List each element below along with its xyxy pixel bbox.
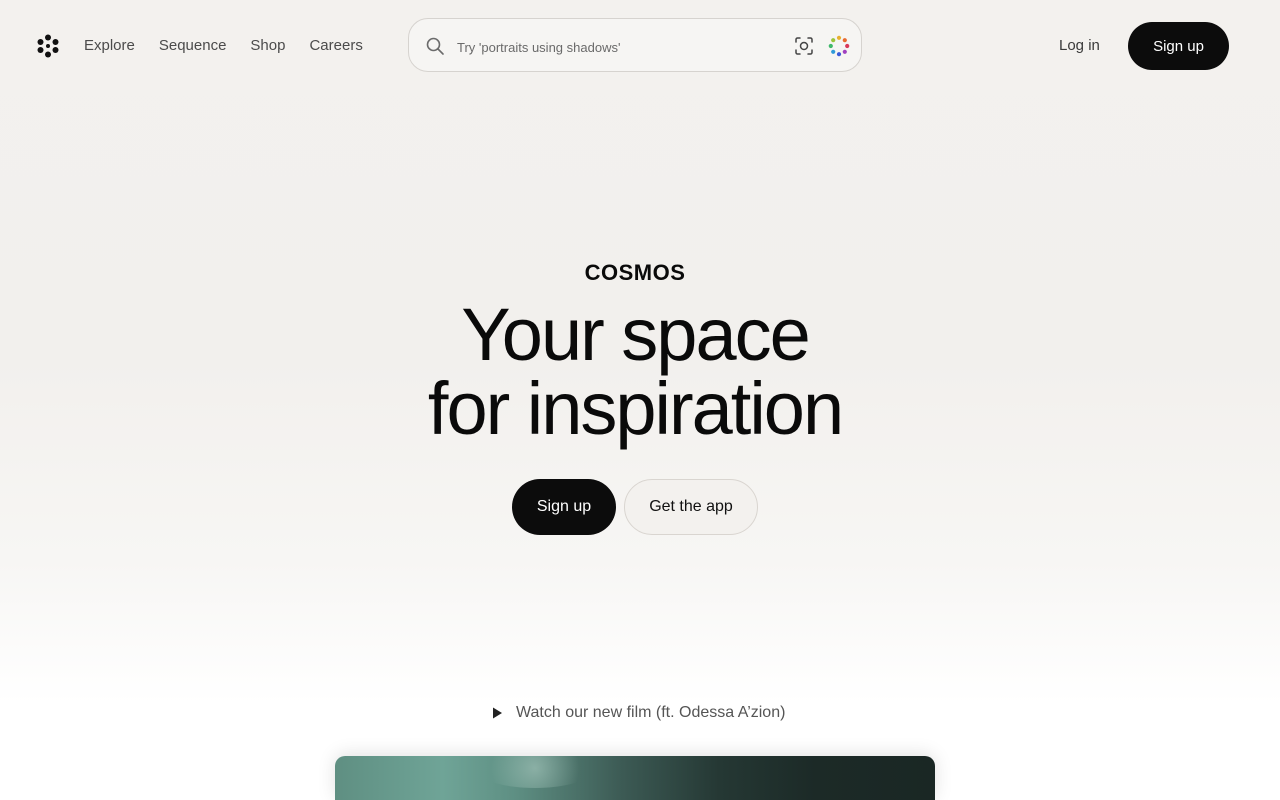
signup-button-hero[interactable]: Sign up <box>512 479 616 535</box>
watch-film-link[interactable]: Watch our new film (ft. Odessa A’zion) <box>490 704 785 722</box>
brand-wordmark: COSMOS <box>584 260 686 285</box>
search-bar[interactable] <box>408 18 862 72</box>
search-icon <box>425 36 445 56</box>
camera-lens-icon[interactable] <box>794 36 814 56</box>
color-palette-icon[interactable] <box>828 35 850 57</box>
hero-headline: Your space for inspiration <box>0 298 1275 446</box>
nav-careers[interactable]: Careers <box>309 36 362 56</box>
hero-actions: Sign up Get the app <box>512 479 758 535</box>
search-input[interactable] <box>455 33 779 61</box>
login-link[interactable]: Log in <box>1059 36 1100 56</box>
top-navigation: Explore Sequence Shop Careers Try 'portr… <box>0 0 1280 92</box>
nav-shop[interactable]: Shop <box>250 36 285 56</box>
film-video-preview[interactable] <box>335 756 935 800</box>
watch-film-label: Watch our new film (ft. Odessa A’zion) <box>516 704 786 721</box>
signup-button-header[interactable]: Sign up <box>1128 22 1229 70</box>
headline-line-2: for inspiration <box>427 367 844 450</box>
play-icon <box>490 706 504 720</box>
get-app-button[interactable]: Get the app <box>624 479 758 535</box>
video-thumbnail-highlight <box>475 756 595 788</box>
nav-sequence[interactable]: Sequence <box>159 36 227 56</box>
nav-explore[interactable]: Explore <box>84 36 135 56</box>
main-nav: Explore Sequence Shop Careers <box>84 36 363 56</box>
headline-line-1: Your space <box>461 293 811 376</box>
cosmos-logo-icon[interactable] <box>36 34 60 58</box>
